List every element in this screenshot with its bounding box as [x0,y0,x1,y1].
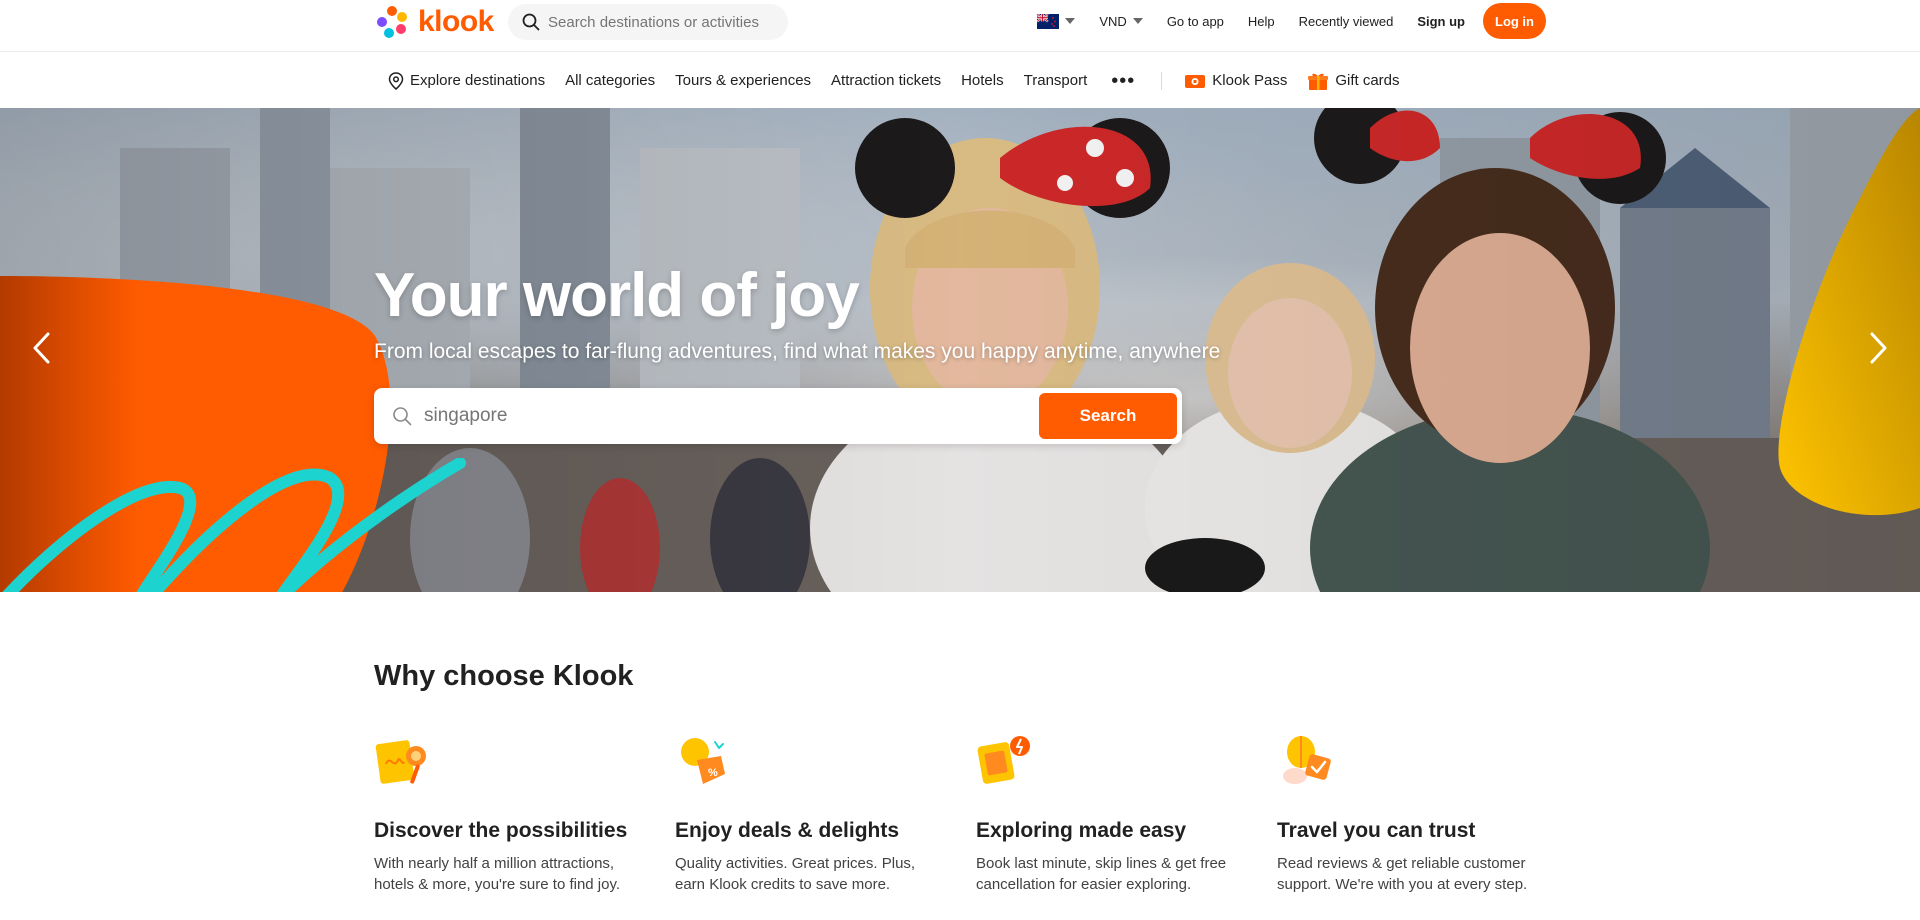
search-icon [522,13,540,31]
logo-text: klook [418,5,494,38]
nav-hotels[interactable]: Hotels [951,72,1014,89]
hero-title: Your world of joy [374,261,860,330]
feature-title: Enjoy deals & delights [675,819,900,842]
nav-all-categories[interactable]: All categories [555,72,665,89]
decorative-yellow-blob [1778,108,1920,516]
category-nav: Explore destinations All categories Tour… [0,53,1920,108]
feature-title: Exploring made easy [976,819,1187,842]
more-menu-button[interactable]: ••• [1097,71,1149,91]
feature-description: Book last minute, skip lines & get free … [976,855,1227,893]
gift-icon [1308,73,1329,90]
svg-text:%: % [708,767,718,779]
currency-label: VND [1099,13,1127,29]
nav-tours-experiences[interactable]: Tours & experiences [665,72,821,89]
hero-search-button[interactable]: Search [1039,393,1177,439]
sign-up-link[interactable]: Sign up [1405,14,1477,29]
nav-klook-pass[interactable]: Klook Pass [1174,72,1297,90]
arrow-right-icon [1870,332,1887,364]
nav-label: Gift cards [1335,72,1400,89]
currency-selector[interactable]: VND [1087,14,1154,29]
possibilities-icon [375,740,426,784]
feature-title: Discover the possibilities [374,819,628,842]
search-icon [393,407,412,426]
language-selector[interactable] [1025,13,1087,29]
top-header: klook Search destinations or activities [0,0,1920,52]
location-pin-icon [388,71,404,90]
nav-attraction-tickets[interactable]: Attraction tickets [821,72,951,89]
klook-logo-icon [377,6,407,38]
hero-banner: Your world of joy From local escapes to … [0,108,1920,592]
feature-card: Exploring made easy Book last minute, sk… [976,734,1256,895]
top-search-bar[interactable]: Search destinations or activities [508,4,788,40]
feature-description: Quality activities. Great prices. Plus, … [675,855,916,893]
nz-flag-icon [1037,13,1060,29]
feature-description: Read reviews & get reliable customer sup… [1277,855,1528,893]
easy-icon [977,736,1030,784]
deals-icon: % [681,738,725,784]
carousel-next-button[interactable] [1858,328,1898,368]
chevron-down-icon [1065,18,1076,24]
why-choose-title: Why choose Klook [374,660,634,692]
chevron-down-icon [1132,18,1143,24]
klook-logo[interactable]: klook [374,4,494,40]
klook-pass-icon [1185,74,1206,88]
top-right-menu: VND Go to app Help Recently viewed Sign … [1025,3,1546,39]
nav-label: Klook Pass [1212,72,1288,89]
decorative-cyan-squiggle [2,458,466,592]
feature-card: % Enjoy deals & delights Quality activit… [675,734,955,895]
feature-card: Discover the possibilities With nearly h… [374,734,654,895]
feature-title: Travel you can trust [1277,819,1476,842]
nav-divider [1161,71,1163,90]
nav-label: Explore destinations [410,72,546,89]
help-link[interactable]: Help [1236,14,1287,29]
hero-search-bar: singapore Search [374,388,1182,444]
arrow-left-icon [33,332,50,364]
nav-explore-destinations[interactable]: Explore destinations [384,71,555,90]
hero-subtitle: From local escapes to far-flung adventur… [374,340,1221,363]
recently-viewed-link[interactable]: Recently viewed [1287,14,1406,29]
nav-transport[interactable]: Transport [1014,72,1098,89]
go-to-app-link[interactable]: Go to app [1155,14,1236,29]
trust-icon [1283,736,1331,784]
top-search-placeholder: Search destinations or activities [548,13,759,31]
log-in-button[interactable]: Log in [1483,3,1546,39]
nav-gift-cards[interactable]: Gift cards [1297,71,1409,91]
carousel-prev-button[interactable] [22,328,62,368]
feature-description: With nearly half a million attractions, … [374,855,621,893]
feature-card: Travel you can trust Read reviews & get … [1277,734,1557,895]
